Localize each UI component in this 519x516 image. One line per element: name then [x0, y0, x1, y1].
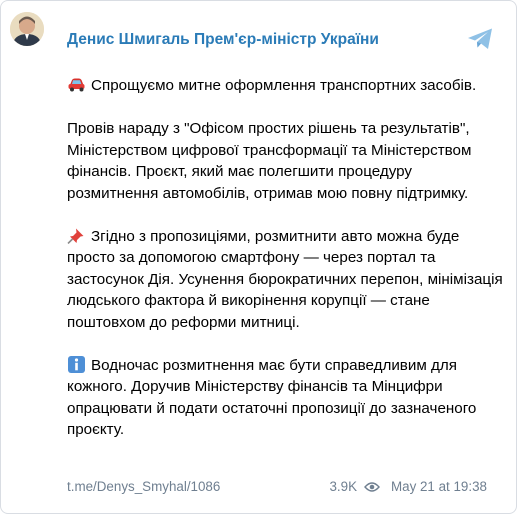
pushpin-emoji-icon — [67, 227, 86, 244]
message-paragraph: Водночас розмитнення має бути справедлив… — [67, 355, 507, 441]
channel-name[interactable]: Денис Шмигаль Прем'єр-міністр України — [67, 31, 379, 49]
post-footer: t.me/Denys_Smyhal/1086 3.9K May 21 at 19… — [67, 479, 487, 499]
post-link[interactable]: t.me/Denys_Smyhal/1086 — [67, 479, 220, 494]
eye-icon — [364, 481, 380, 493]
paragraph-text: Водночас розмитнення має бути справедлив… — [67, 356, 477, 439]
telegram-post-card: Денис Шмигаль Прем'єр-міністр України Сп… — [0, 0, 517, 514]
avatar-photo — [10, 12, 44, 46]
post-date[interactable]: May 21 at 19:38 — [391, 479, 487, 494]
views-count: 3.9K — [329, 479, 357, 494]
car-emoji-icon — [67, 76, 86, 93]
message-paragraph: Згідно з пропозиціями, розмитнити авто м… — [67, 226, 507, 334]
telegram-share-icon[interactable] — [467, 27, 494, 51]
channel-avatar[interactable] — [10, 12, 44, 46]
message-paragraph: Провів нараду з "Офісом простих рішень т… — [67, 118, 507, 204]
paragraph-text: Спрощуємо митне оформлення транспортних … — [91, 77, 477, 94]
info-emoji-icon — [67, 355, 86, 373]
paragraph-text: Згідно з пропозиціями, розмитнити авто м… — [67, 227, 503, 331]
paragraph-text: Провів нараду з "Офісом простих рішень т… — [67, 120, 472, 202]
message-body: Спрощуємо митне оформлення транспортних … — [67, 75, 507, 441]
message-paragraph: Спрощуємо митне оформлення транспортних … — [67, 75, 507, 97]
